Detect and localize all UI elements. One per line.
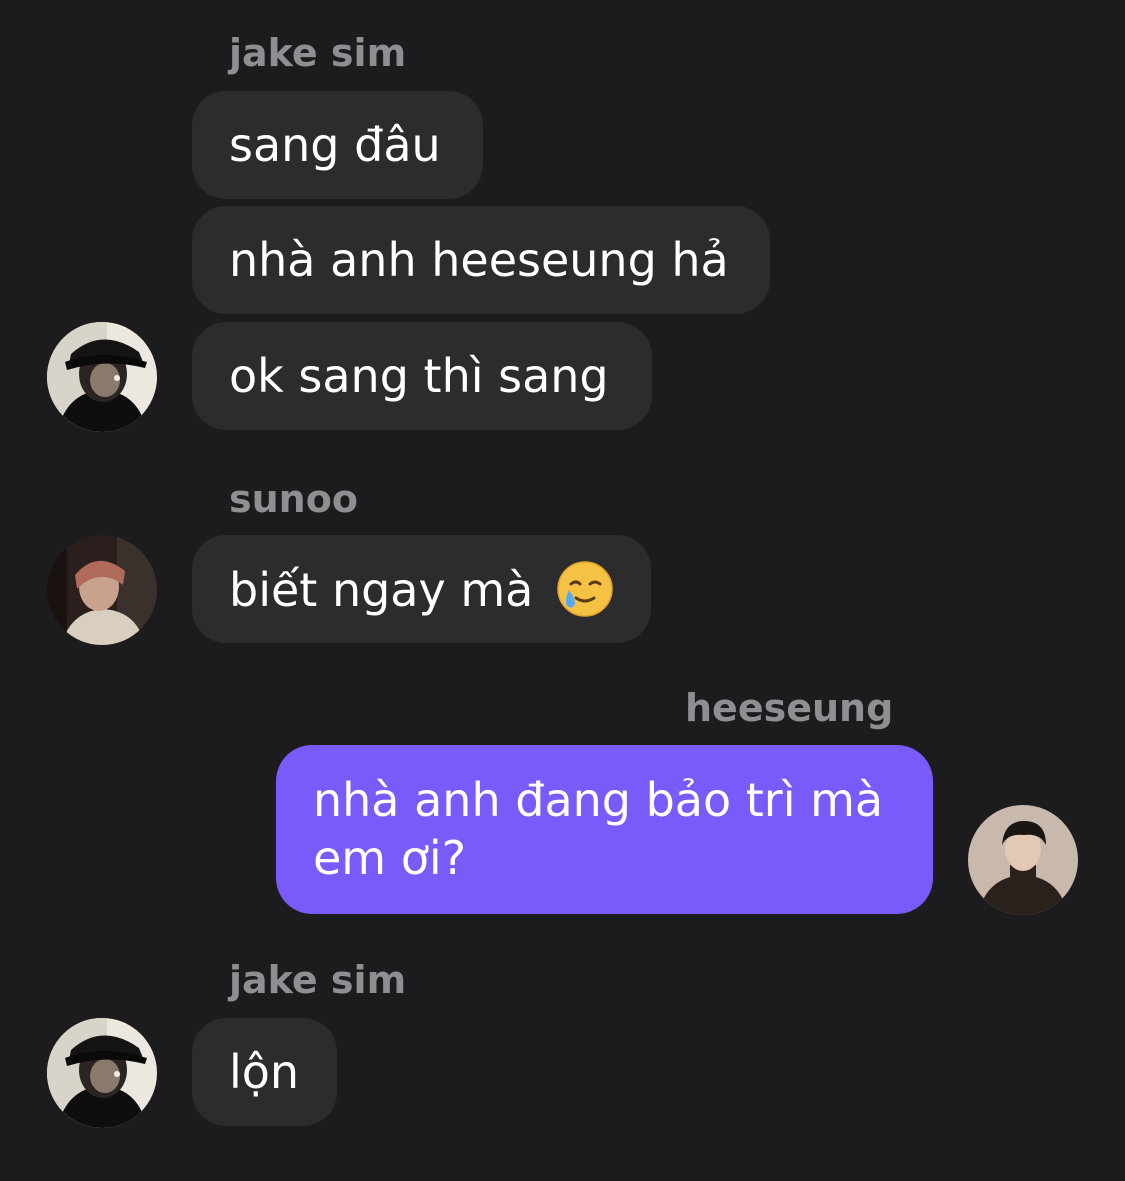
message-bubble-outgoing[interactable]: nhà anh đang bảo trì mà em ơi? xyxy=(276,745,933,914)
avatar[interactable] xyxy=(47,535,157,645)
message-bubble[interactable]: sang đâu xyxy=(192,91,483,199)
avatar-photo xyxy=(47,1018,157,1128)
avatar[interactable] xyxy=(968,805,1078,915)
message-text: nhà anh đang bảo trì mà em ơi? xyxy=(313,773,884,885)
message-text: biết ngay mà xyxy=(229,563,534,617)
sender-name: jake sim xyxy=(229,958,407,1002)
message-bubble[interactable]: biết ngay mà xyxy=(192,535,651,643)
avatar-photo xyxy=(968,805,1078,915)
avatar-photo xyxy=(47,535,157,645)
smiling-face-with-tear-icon xyxy=(557,561,613,617)
sender-name: heeseung xyxy=(685,686,894,730)
message-text: sang đâu xyxy=(229,118,441,172)
sender-name: jake sim xyxy=(229,31,407,75)
chat-thread: jake sim sang đâu nhà anh heeseung hả ok… xyxy=(0,0,1125,1181)
avatar[interactable] xyxy=(47,1018,157,1128)
message-text: ok sang thì sang xyxy=(229,349,609,403)
message-text: lộn xyxy=(229,1045,300,1099)
avatar-photo xyxy=(47,322,157,432)
sender-name: sunoo xyxy=(229,477,358,521)
avatar[interactable] xyxy=(47,322,157,432)
message-bubble[interactable]: ok sang thì sang xyxy=(192,322,652,430)
message-text: nhà anh heeseung hả xyxy=(229,233,729,287)
message-bubble[interactable]: nhà anh heeseung hả xyxy=(192,206,770,314)
message-bubble[interactable]: lộn xyxy=(192,1018,337,1126)
